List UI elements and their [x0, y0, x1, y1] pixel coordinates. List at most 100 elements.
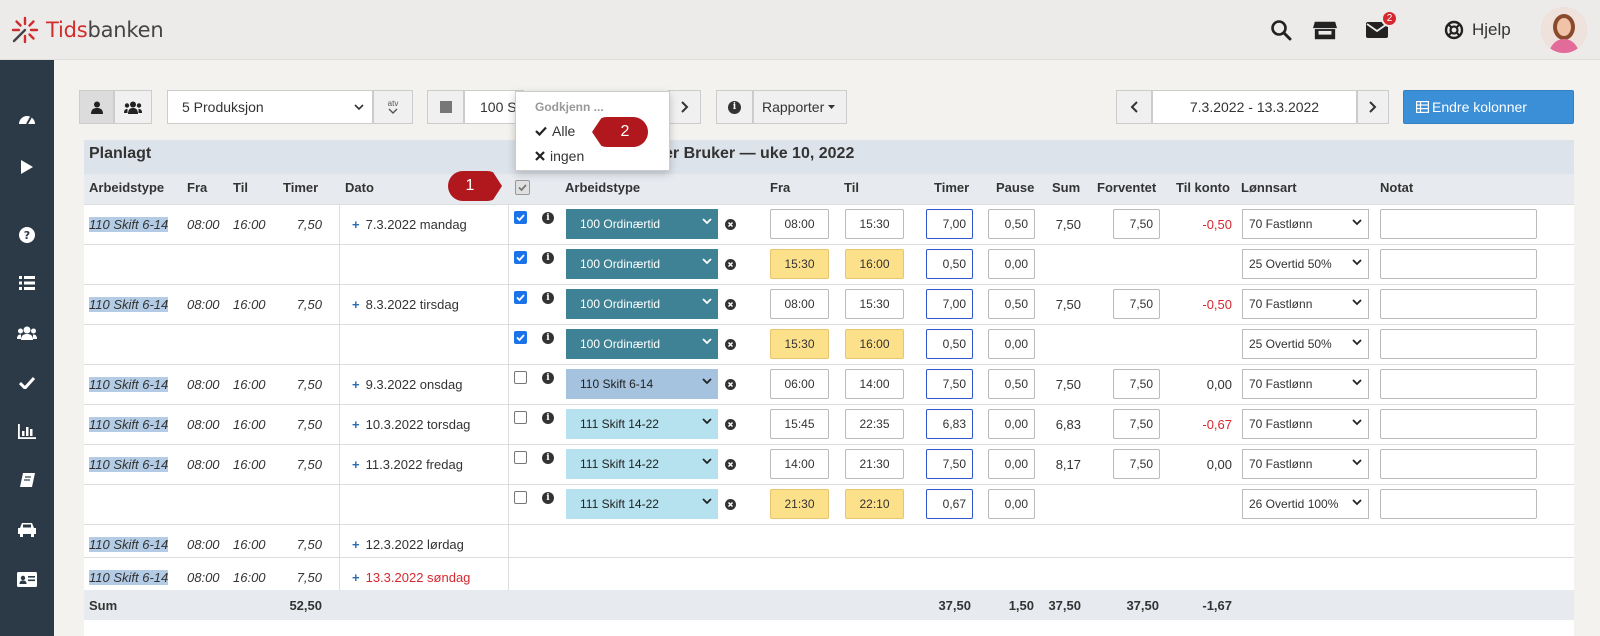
info-icon[interactable]: i — [542, 452, 554, 464]
work-type-select[interactable]: 111 Skift 14-22 — [566, 409, 718, 439]
plus-icon[interactable]: + — [352, 570, 360, 585]
from-input[interactable]: 08:00 — [770, 289, 829, 319]
salary-type-select[interactable]: 70 Fastlønn — [1242, 449, 1369, 479]
planned-date[interactable]: +7.3.2022 mandag — [352, 217, 467, 232]
pause-input[interactable]: 0,00 — [988, 329, 1035, 359]
hours-input[interactable]: 7,00 — [926, 289, 973, 319]
check-icon[interactable] — [15, 372, 39, 392]
remove-icon[interactable] — [725, 219, 736, 230]
pause-input[interactable]: 0,00 — [988, 409, 1035, 439]
to-input[interactable]: 14:00 — [845, 369, 904, 399]
single-user-view-button[interactable] — [79, 90, 114, 124]
from-input[interactable]: 14:00 — [770, 449, 829, 479]
note-input[interactable] — [1380, 209, 1537, 239]
note-input[interactable] — [1380, 249, 1537, 279]
change-columns-button[interactable]: Endre kolonner — [1403, 90, 1574, 124]
attest-button[interactable]: atv — [373, 90, 413, 124]
car-icon[interactable] — [15, 520, 39, 540]
pause-input[interactable]: 0,00 — [988, 449, 1035, 479]
plus-icon[interactable]: + — [352, 537, 360, 552]
reports-dropdown-button[interactable]: Rapporter — [753, 90, 847, 124]
plus-icon[interactable]: + — [352, 377, 360, 392]
salary-type-select[interactable]: 70 Fastlønn — [1242, 209, 1369, 239]
expected-input[interactable]: 7,50 — [1113, 289, 1160, 319]
from-input[interactable]: 06:00 — [770, 369, 829, 399]
remove-icon[interactable] — [725, 499, 736, 510]
info-button[interactable]: i — [716, 90, 753, 124]
info-icon[interactable]: i — [542, 332, 554, 344]
pause-input[interactable]: 0,50 — [988, 209, 1035, 239]
info-icon[interactable]: i — [542, 492, 554, 504]
to-input[interactable]: 16:00 — [845, 329, 904, 359]
hours-input[interactable]: 7,50 — [926, 449, 973, 479]
approve-checkbox[interactable] — [514, 291, 527, 304]
planned-date[interactable]: +12.3.2022 lørdag — [352, 537, 464, 552]
work-type-select[interactable]: 111 Skift 14-22 — [566, 449, 718, 479]
approve-checkbox[interactable] — [514, 491, 527, 504]
expected-input[interactable]: 7,50 — [1113, 209, 1160, 239]
play-icon[interactable] — [15, 157, 39, 177]
next-week-button[interactable] — [1357, 90, 1389, 124]
note-input[interactable] — [1380, 409, 1537, 439]
hours-input[interactable]: 6,83 — [926, 409, 973, 439]
remove-icon[interactable] — [725, 379, 736, 390]
note-input[interactable] — [1380, 369, 1537, 399]
from-input[interactable]: 08:00 — [770, 209, 829, 239]
info-icon[interactable]: i — [542, 412, 554, 424]
expected-input[interactable]: 7,50 — [1113, 409, 1160, 439]
approve-checkbox[interactable] — [514, 411, 527, 424]
hours-input[interactable]: 7,50 — [926, 369, 973, 399]
salary-type-select[interactable]: 26 Overtid 100% — [1242, 489, 1369, 519]
select-all-checkbox[interactable] — [515, 180, 530, 195]
pause-input[interactable]: 0,00 — [988, 489, 1035, 519]
hours-input[interactable]: 0,67 — [926, 489, 973, 519]
mail-icon[interactable]: 2 — [1365, 10, 1398, 42]
note-input[interactable] — [1380, 289, 1537, 319]
next-employee-button[interactable] — [668, 90, 701, 124]
remove-icon[interactable] — [725, 419, 736, 430]
approve-all-item[interactable]: Alle — [535, 123, 575, 139]
book-icon[interactable] — [15, 470, 39, 490]
approve-checkbox[interactable] — [514, 251, 527, 264]
approve-checkbox[interactable] — [514, 331, 527, 344]
salary-type-select[interactable]: 25 Overtid 50% — [1242, 329, 1369, 359]
approve-checkbox[interactable] — [514, 211, 527, 224]
from-input[interactable]: 21:30 — [770, 489, 829, 519]
pause-input[interactable]: 0,00 — [988, 249, 1035, 279]
help-link[interactable]: Hjelp — [1444, 20, 1511, 40]
to-input[interactable]: 16:00 — [845, 249, 904, 279]
hours-input[interactable]: 7,00 — [926, 209, 973, 239]
bar-chart-icon[interactable] — [15, 421, 39, 441]
from-input[interactable]: 15:30 — [770, 249, 829, 279]
hours-input[interactable]: 0,50 — [926, 329, 973, 359]
salary-type-select[interactable]: 70 Fastlønn — [1242, 409, 1369, 439]
note-input[interactable] — [1380, 489, 1537, 519]
planned-date[interactable]: +13.3.2022 søndag — [352, 570, 470, 585]
expected-input[interactable]: 7,50 — [1113, 449, 1160, 479]
list-icon[interactable] — [15, 273, 39, 293]
remove-icon[interactable] — [725, 259, 736, 270]
salary-type-select[interactable]: 25 Overtid 50% — [1242, 249, 1369, 279]
to-input[interactable]: 21:30 — [845, 449, 904, 479]
store-icon[interactable] — [1313, 18, 1337, 42]
planned-date[interactable]: +11.3.2022 fredag — [352, 457, 463, 472]
stop-button[interactable] — [427, 90, 464, 124]
work-type-select[interactable]: 111 Skift 14-22 — [566, 489, 718, 519]
users-icon[interactable] — [15, 323, 39, 343]
info-icon[interactable]: i — [542, 292, 554, 304]
remove-icon[interactable] — [725, 339, 736, 350]
to-input[interactable]: 15:30 — [845, 209, 904, 239]
info-icon[interactable]: i — [542, 212, 554, 224]
note-input[interactable] — [1380, 449, 1537, 479]
id-card-icon[interactable] — [15, 569, 39, 589]
salary-type-select[interactable]: 70 Fastlønn — [1242, 289, 1369, 319]
hours-input[interactable]: 0,50 — [926, 249, 973, 279]
info-icon[interactable]: i — [542, 252, 554, 264]
to-input[interactable]: 15:30 — [845, 289, 904, 319]
department-select[interactable]: 5 Produksjon — [167, 90, 373, 124]
work-type-select[interactable]: 100 Ordinærtid — [566, 329, 718, 359]
previous-week-button[interactable] — [1116, 90, 1152, 124]
question-icon[interactable]: ? — [15, 225, 39, 245]
work-type-select[interactable]: 100 Ordinærtid — [566, 249, 718, 279]
planned-date[interactable]: +9.3.2022 onsdag — [352, 377, 462, 392]
